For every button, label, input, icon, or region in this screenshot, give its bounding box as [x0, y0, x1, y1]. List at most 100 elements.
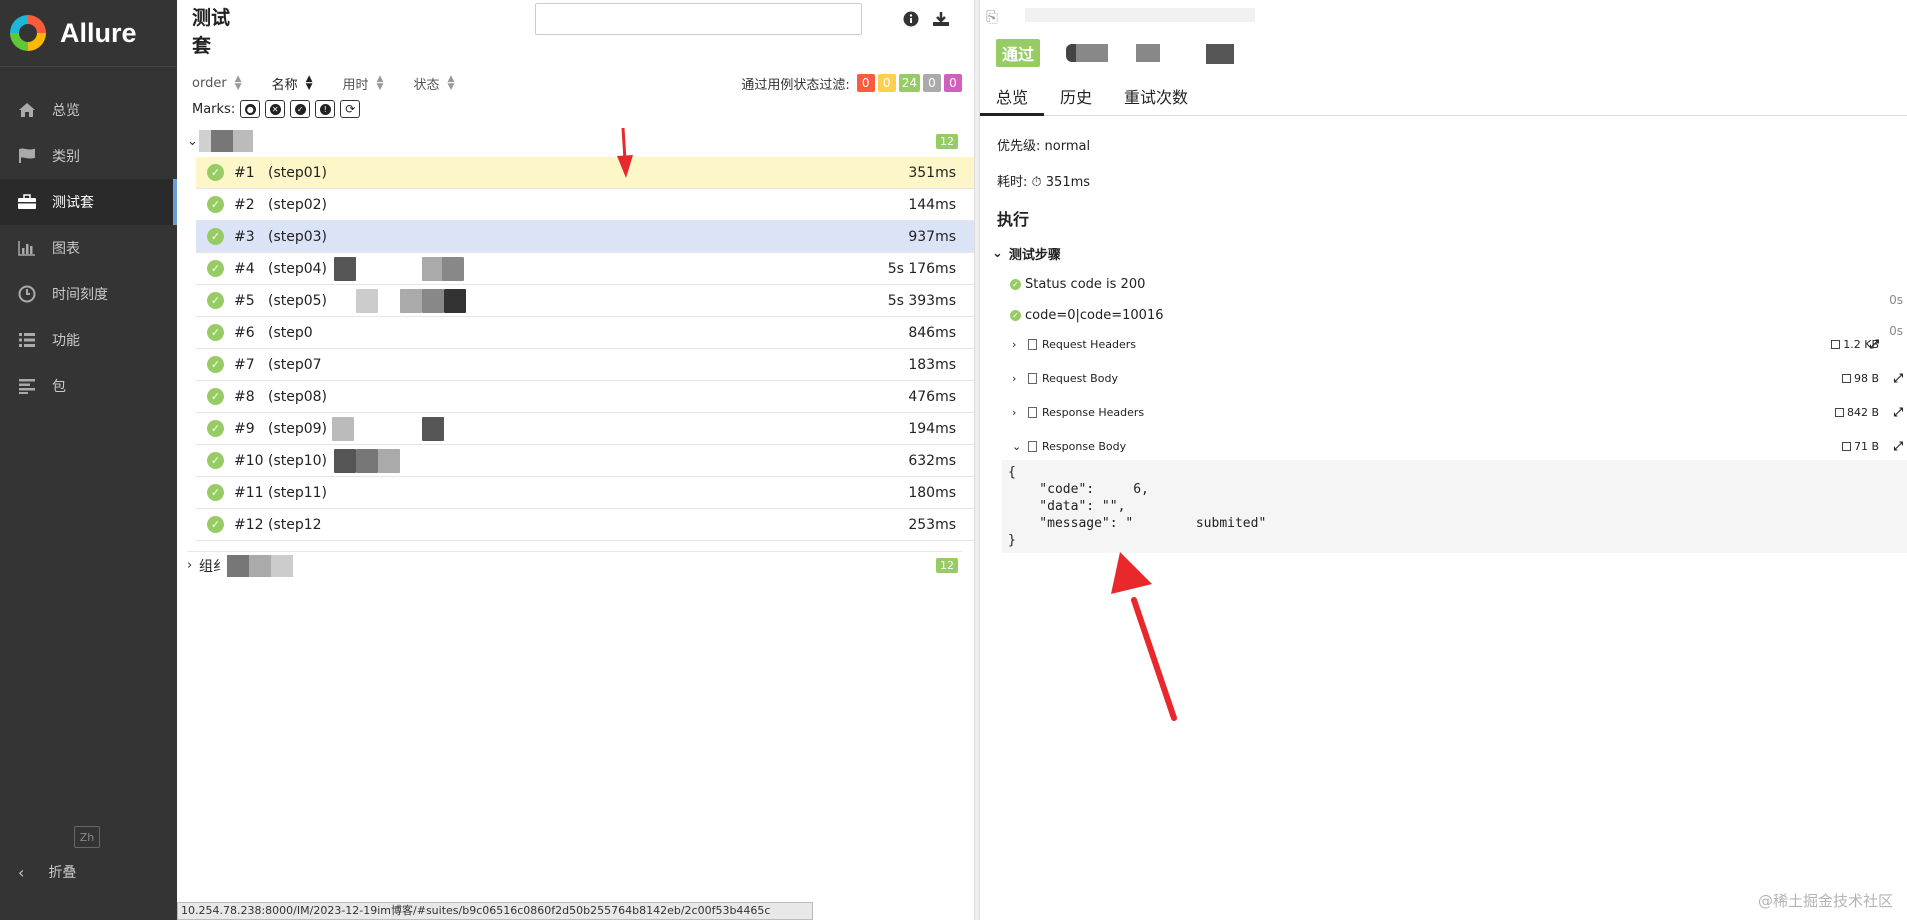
- marks-bar: Marks: ● ✕ ✓ ! ⟳: [192, 100, 361, 118]
- language-switch[interactable]: Zh: [74, 826, 100, 848]
- attachment-request-headers[interactable]: › Request Headers 1.2 KB ⤢: [1012, 334, 1905, 354]
- suites-pane: 测试套 order ▲ ▼ 名称 ▲ ▼ 用时 ▲ ▼ 状态 ▲ ▼ 通过用例状态过滤: 0 0…: [177, 0, 974, 920]
- test-row[interactable]: ✓ #4 (step04) 5s 176ms: [196, 253, 974, 285]
- test-row[interactable]: ✓ #11 (step11) 180ms: [196, 477, 974, 509]
- test-number: #12: [234, 516, 264, 533]
- sidebar-item-timeline[interactable]: 时间刻度: [0, 271, 177, 317]
- step-item[interactable]: ✓ Status code is 200: [1010, 277, 1145, 292]
- passed-icon: ✓: [207, 292, 224, 309]
- collapse-button[interactable]: ‹ 折叠: [18, 862, 76, 882]
- sidebar-item-packages[interactable]: 包: [0, 363, 177, 409]
- sidebar-item-label: 功能: [52, 333, 80, 349]
- search-input[interactable]: [535, 3, 862, 35]
- test-row[interactable]: ✓ #1 (step01) 351ms: [196, 157, 974, 189]
- test-number: #1: [234, 164, 255, 181]
- sort-arrows-icon: ▲ ▼: [447, 74, 455, 92]
- sidebar-item-suites[interactable]: 测试套: [0, 179, 177, 225]
- test-name: (step05): [268, 292, 328, 309]
- response-body-content: { "code": 6, "data": "", "message": " su…: [1002, 460, 1907, 553]
- test-number: #7: [234, 356, 255, 373]
- list-icon: [16, 331, 38, 349]
- passed-icon: ✓: [207, 260, 224, 277]
- sort-order[interactable]: order ▲ ▼: [192, 75, 242, 92]
- step-item[interactable]: ✓ code=0|code=10016: [1010, 308, 1164, 323]
- sidebar-item-graphs[interactable]: 图表: [0, 225, 177, 271]
- redacted-block: [249, 554, 271, 577]
- suite-group-1[interactable]: ⌄ 12: [187, 127, 962, 155]
- redacted-block: [422, 289, 444, 313]
- suite-group-2[interactable]: › 组纟 12: [187, 551, 962, 579]
- mark-new-broken[interactable]: !: [315, 100, 336, 118]
- page-title: 测试套: [192, 7, 231, 57]
- copy-icon[interactable]: ⎘: [986, 8, 998, 26]
- test-row[interactable]: ✓ #2 (step02) 144ms: [196, 189, 974, 221]
- attachment-response-headers[interactable]: › Response Headers 842 B ⤢: [1012, 402, 1905, 422]
- mark-retries[interactable]: ⟳: [340, 100, 361, 118]
- redacted-title: [1025, 8, 1255, 22]
- filter-skipped[interactable]: 0: [923, 74, 941, 92]
- chevron-right-icon: ›: [1012, 337, 1017, 351]
- exclamation-circle-icon: !: [319, 103, 331, 115]
- file-icon: [1028, 338, 1037, 350]
- sidebar-item-categories[interactable]: 类别: [0, 133, 177, 179]
- test-row[interactable]: ✓ #9 (step09) 194ms: [196, 413, 974, 445]
- status-badge: 通过: [996, 39, 1041, 67]
- passed-icon: ✓: [207, 164, 224, 181]
- sort-status[interactable]: 状态 ▲ ▼: [413, 74, 454, 93]
- attachment-response-body[interactable]: ⌄ Response Body 71 B ⤢: [1012, 436, 1905, 456]
- tab-history[interactable]: 历史: [1044, 80, 1108, 116]
- briefcase-icon: [16, 193, 38, 211]
- brand[interactable]: Allure: [0, 0, 177, 67]
- passed-icon: ✓: [207, 228, 224, 245]
- attachment-request-body[interactable]: › Request Body 98 B ⤢: [1012, 368, 1905, 388]
- redacted-block: [1076, 44, 1108, 62]
- mark-new-passed[interactable]: ✓: [290, 100, 311, 118]
- filter-unknown[interactable]: 0: [944, 74, 962, 92]
- attachment-size-value: 71 B: [1853, 439, 1879, 453]
- attachment-size: 842 B: [1834, 406, 1879, 419]
- align-left-icon: [16, 377, 38, 395]
- test-name: (step12: [268, 516, 322, 533]
- tab-retries[interactable]: 重试次数: [1108, 80, 1204, 116]
- test-row[interactable]: ✓ #3 (step03) 937ms: [196, 221, 974, 253]
- test-row[interactable]: ✓ #10 (step10) 632ms: [196, 445, 974, 477]
- mark-new-failed[interactable]: ✕: [265, 100, 286, 118]
- tab-overview[interactable]: 总览: [980, 80, 1045, 116]
- sort-duration[interactable]: 用时 ▲ ▼: [343, 74, 384, 93]
- test-row[interactable]: ✓ #5 (step05) 5s 393ms: [196, 285, 974, 317]
- sidebar-item-label: 类别: [52, 149, 80, 165]
- sidebar-item-label: 测试套: [52, 195, 94, 211]
- mark-flaky[interactable]: ●: [240, 100, 261, 118]
- execution-heading: 执行: [997, 210, 1030, 229]
- test-duration: 253ms: [908, 516, 956, 533]
- filter-failed[interactable]: 0: [856, 74, 875, 92]
- home-icon: [16, 101, 38, 119]
- save-icon: [1841, 373, 1851, 383]
- test-body-toggle[interactable]: ⌄ 测试步骤: [992, 244, 1061, 263]
- expand-icon[interactable]: ⤢: [1893, 439, 1903, 454]
- sidebar-item-label: 时间刻度: [52, 287, 108, 303]
- redacted-block: [422, 417, 444, 441]
- filter-passed[interactable]: 24: [898, 74, 920, 92]
- test-row[interactable]: ✓ #6 (step0 846ms: [196, 317, 974, 349]
- test-row[interactable]: ✓ #7 (step07 183ms: [196, 349, 974, 381]
- sort-name[interactable]: 名称 ▲ ▼: [272, 74, 313, 93]
- clock-icon: [16, 285, 38, 303]
- attachment-name: Request Headers: [1042, 337, 1136, 351]
- redacted-test-name: [1066, 44, 1234, 64]
- sidebar-item-behaviors[interactable]: 功能: [0, 317, 177, 363]
- info-icon[interactable]: [901, 9, 921, 29]
- download-icon[interactable]: [931, 9, 951, 29]
- test-duration: 144ms: [908, 196, 956, 213]
- sidebar-item-overview[interactable]: 总览: [0, 87, 177, 133]
- redacted-block: [356, 449, 378, 473]
- test-number: #3: [234, 228, 255, 245]
- expand-icon[interactable]: ⤢: [1869, 337, 1879, 352]
- test-row[interactable]: ✓ #12 (step12 253ms: [196, 509, 974, 541]
- expand-icon[interactable]: ⤢: [1893, 371, 1903, 386]
- test-row[interactable]: ✓ #8 (step08) 476ms: [196, 381, 974, 413]
- filter-broken[interactable]: 0: [877, 74, 896, 92]
- test-duration: 183ms: [908, 356, 956, 373]
- expand-icon[interactable]: ⤢: [1893, 405, 1903, 420]
- file-icon: [1028, 440, 1037, 452]
